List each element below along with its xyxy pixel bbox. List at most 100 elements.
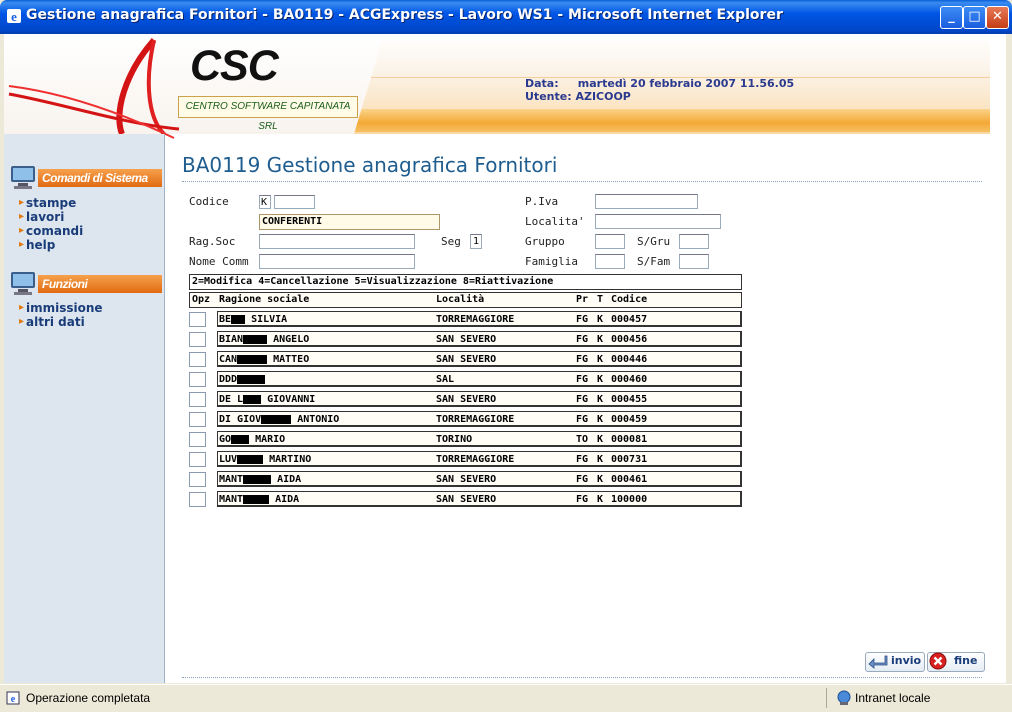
- row-localita: SAN SEVERO: [436, 474, 497, 485]
- sidebar-section-system: Comandi di Sistema: [10, 164, 162, 190]
- table-header: Opz Ragione sociale Località Pr T Codice: [189, 292, 742, 308]
- sidebar: Comandi di Sistema stampe lavori comandi…: [4, 134, 165, 683]
- sidebar-link-help[interactable]: help: [19, 238, 55, 252]
- row-option-field[interactable]: [189, 412, 206, 427]
- col-t: T: [597, 294, 604, 305]
- csc-logo-swoosh: [8, 38, 180, 139]
- table-row[interactable]: CAN MATTEO SAN SEVERO FG K 000446: [217, 351, 742, 367]
- redaction-block: [237, 354, 268, 364]
- sgru-label: S/Gru: [637, 235, 671, 248]
- row-option-field[interactable]: [189, 312, 206, 327]
- row-localita: TORREMAGGIORE: [436, 454, 515, 465]
- row-ragione-sociale: BE SILVIA: [219, 313, 287, 326]
- sfam-label: S/Fam: [637, 255, 671, 268]
- row-t: K: [597, 334, 604, 345]
- row-pr: FG: [576, 494, 589, 505]
- gruppo-field[interactable]: [595, 234, 625, 249]
- row-codice: 100000: [611, 494, 648, 505]
- user-label: Utente:: [525, 90, 572, 103]
- row-name-part: LUV: [219, 454, 238, 465]
- invio-button[interactable]: invio: [865, 652, 925, 672]
- redaction-block: [243, 474, 272, 484]
- sidebar-link-immissione[interactable]: immissione: [19, 301, 103, 315]
- row-name-part: GO: [219, 434, 232, 445]
- table-row[interactable]: DI GIOV ANTONIO TORREMAGGIORE FG K 000459: [217, 411, 742, 427]
- close-button[interactable]: ✕: [986, 6, 1009, 29]
- row-name-part: MARIO: [255, 434, 286, 445]
- table-row[interactable]: BIAN ANGELO SAN SEVERO FG K 000456: [217, 331, 742, 347]
- page-content: CSC CENTRO SOFTWARE CAPITANATA SRL Data:…: [4, 34, 1006, 683]
- tipo-field[interactable]: CONFERENTI: [259, 214, 440, 230]
- row-pr: FG: [576, 454, 589, 465]
- row-localita: SAN SEVERO: [436, 494, 497, 505]
- row-name-part: MARTINO: [269, 454, 312, 465]
- row-option-field[interactable]: [189, 392, 206, 407]
- seg-field[interactable]: 1: [470, 234, 482, 249]
- table-row[interactable]: BE SILVIA TORREMAGGIORE FG K 000457: [217, 311, 742, 327]
- row-t: K: [597, 454, 604, 465]
- codice-label: Codice: [189, 195, 229, 208]
- sidebar-link-stampe[interactable]: stampe: [19, 196, 76, 210]
- row-t: K: [597, 494, 604, 505]
- localita-label: Localita': [525, 215, 585, 228]
- row-option-field[interactable]: [189, 492, 206, 507]
- fine-button[interactable]: fine: [927, 652, 985, 672]
- invio-label: invio: [891, 654, 922, 667]
- ragsoc-field[interactable]: [259, 234, 415, 249]
- row-localita: SAN SEVERO: [436, 354, 497, 365]
- row-option-field[interactable]: [189, 332, 206, 347]
- main-area: BA0119 Gestione anagrafica Fornitori Cod…: [165, 134, 1006, 683]
- zone-text: Intranet locale: [855, 691, 931, 705]
- table-row[interactable]: MANT AIDA SAN SEVERO FG K 100000: [217, 491, 742, 507]
- row-name-part: SILVIA: [251, 314, 288, 325]
- row-t: K: [597, 474, 604, 485]
- piva-field[interactable]: [595, 194, 698, 209]
- row-localita: SAN SEVERO: [436, 334, 497, 345]
- piva-label: P.Iva: [525, 195, 559, 208]
- row-option-field[interactable]: [189, 372, 206, 387]
- sidebar-link-comandi[interactable]: comandi: [19, 224, 83, 238]
- minimize-button[interactable]: _: [940, 6, 963, 29]
- logo-subtitle: CENTRO SOFTWARE CAPITANATA SRL: [178, 96, 358, 132]
- row-localita: TORINO: [436, 434, 473, 445]
- codice-prefix-field[interactable]: K: [259, 195, 271, 209]
- user-info: Utente: AZICOOP: [525, 90, 631, 103]
- sfam-field[interactable]: [679, 254, 709, 269]
- row-pr: FG: [576, 354, 589, 365]
- famiglia-field[interactable]: [595, 254, 625, 269]
- redaction-block: [261, 414, 292, 424]
- page-icon: e: [6, 691, 20, 705]
- fine-label: fine: [954, 654, 978, 667]
- table-row[interactable]: DDD SAL FG K 000460: [217, 371, 742, 387]
- sidebar-link-lavori[interactable]: lavori: [19, 210, 64, 224]
- sidebar-link-altri-dati[interactable]: altri dati: [19, 315, 85, 329]
- row-option-field[interactable]: [189, 432, 206, 447]
- row-pr: FG: [576, 394, 589, 405]
- row-option-field[interactable]: [189, 472, 206, 487]
- row-pr: FG: [576, 314, 589, 325]
- row-option-field[interactable]: [189, 452, 206, 467]
- gruppo-label: Gruppo: [525, 235, 565, 248]
- row-codice: 000456: [611, 334, 648, 345]
- row-localita: SAN SEVERO: [436, 394, 497, 405]
- window-title: Gestione anagrafica Fornitori - BA0119 -…: [26, 7, 783, 23]
- table-row[interactable]: GO MARIO TORINO TO K 000081: [217, 431, 742, 447]
- page-title: BA0119 Gestione anagrafica Fornitori: [182, 153, 558, 177]
- row-codice: 000457: [611, 314, 648, 325]
- row-localita: SAL: [436, 374, 455, 385]
- table-row[interactable]: LUV MARTINO TORREMAGGIORE FG K 000731: [217, 451, 742, 467]
- table-row[interactable]: MANT AIDA SAN SEVERO FG K 000461: [217, 471, 742, 487]
- col-ragione-sociale: Ragione sociale: [219, 294, 310, 305]
- maximize-button[interactable]: □: [963, 6, 986, 29]
- table-row[interactable]: DE L GIOVANNI SAN SEVERO FG K 000455: [217, 391, 742, 407]
- enter-arrow-icon: [868, 655, 888, 669]
- codice-field[interactable]: [274, 195, 315, 209]
- row-name-part: BIAN: [219, 334, 244, 345]
- row-ragione-sociale: BIAN ANGELO: [219, 333, 309, 346]
- nomecomm-field[interactable]: [259, 254, 415, 269]
- row-option-field[interactable]: [189, 352, 206, 367]
- redaction-block: [243, 334, 268, 344]
- localita-field[interactable]: [595, 214, 721, 229]
- seg-label: Seg: [441, 235, 461, 248]
- sgru-field[interactable]: [679, 234, 709, 249]
